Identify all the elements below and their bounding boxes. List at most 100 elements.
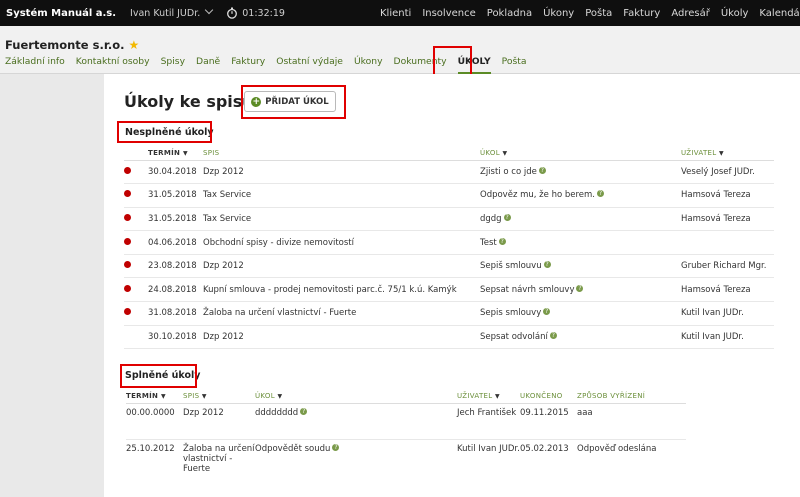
table-row[interactable]: 23.08.2018 Dzp 2012 Sepiš smlouvu? Grube… bbox=[124, 254, 774, 279]
col-uzivatel[interactable]: UŽIVATEL ▼ bbox=[681, 148, 774, 161]
page-title: Úkoly ke spisu bbox=[124, 92, 254, 111]
nav-ukony[interactable]: Úkony bbox=[543, 8, 574, 19]
task-text[interactable]: Odpověz mu, že ho berem. bbox=[480, 190, 595, 200]
info-icon[interactable]: ? bbox=[543, 308, 551, 316]
col-termin[interactable]: TERMÍN ▼ bbox=[148, 148, 203, 161]
current-user-name: Ivan Kutil JUDr. bbox=[130, 8, 201, 19]
info-icon[interactable]: ? bbox=[300, 407, 308, 415]
nav-insolvence[interactable]: Insolvence bbox=[422, 8, 475, 19]
tab-dane[interactable]: Daně bbox=[196, 56, 220, 75]
main-nav: Klienti Insolvence Pokladna Úkony Pošta … bbox=[380, 0, 800, 26]
info-icon[interactable]: ? bbox=[597, 190, 605, 198]
task-user: Hamsová Tereza bbox=[681, 207, 774, 232]
overdue-dot-icon bbox=[124, 308, 131, 316]
tab-posta[interactable]: Pošta bbox=[502, 56, 527, 75]
task-date: 24.08.2018 bbox=[148, 277, 203, 303]
task-user: Jech František bbox=[457, 403, 520, 440]
task-text[interactable]: Sepsat odvolání bbox=[480, 332, 548, 342]
col-termin[interactable]: TERMÍN ▼ bbox=[126, 391, 183, 404]
task-text[interactable]: Sepiš smlouvu bbox=[480, 261, 542, 271]
task-user: Kutil Ivan JUDr. bbox=[681, 301, 774, 326]
table-row[interactable]: 30.10.2018 Dzp 2012 Sepsat odvolání? Kut… bbox=[124, 325, 774, 350]
table-row[interactable]: 04.06.2018 Obchodní spisy - divize nemov… bbox=[124, 230, 774, 255]
tab-kontaktni-osoby[interactable]: Kontaktní osoby bbox=[76, 56, 150, 75]
task-case[interactable]: Dzp 2012 bbox=[183, 403, 255, 440]
col-spis[interactable]: SPIS bbox=[203, 148, 480, 161]
info-icon[interactable]: ? bbox=[332, 443, 340, 451]
task-user: Kutil Ivan JUDr. bbox=[681, 325, 774, 350]
sort-icon: ▼ bbox=[494, 392, 500, 400]
task-text[interactable]: Odpovědět soudu bbox=[255, 444, 330, 454]
star-icon[interactable]: ★ bbox=[129, 38, 140, 52]
info-icon[interactable]: ? bbox=[576, 284, 584, 292]
col-spis[interactable]: SPIS ▼ bbox=[183, 391, 255, 404]
task-case[interactable]: Tax Service bbox=[203, 183, 480, 208]
table-row[interactable]: 25.10.2012 Žaloba na určení vlastnictví … bbox=[126, 439, 686, 497]
task-case[interactable]: Obchodní spisy - divize nemovitostí bbox=[203, 230, 480, 255]
task-case[interactable]: Dzp 2012 bbox=[203, 254, 480, 279]
task-text[interactable]: Sepis smlouvy bbox=[480, 308, 541, 318]
sort-icon: ▼ bbox=[277, 392, 283, 400]
task-text[interactable]: Zjisti o co jde bbox=[480, 167, 537, 177]
client-name: Fuertemonte s.r.o. bbox=[5, 38, 125, 52]
task-case[interactable]: Tax Service bbox=[203, 207, 480, 232]
task-user: Veselý Josef JUDr. bbox=[681, 160, 774, 185]
task-date: 30.04.2018 bbox=[148, 160, 203, 185]
col-uzivatel[interactable]: UŽIVATEL ▼ bbox=[457, 391, 520, 404]
app-brand[interactable]: Systém Manuál a.s. bbox=[6, 8, 116, 19]
done-tasks-table: TERMÍN ▼ SPIS ▼ ÚKOL ▼ UŽIVATEL ▼ UKONČE… bbox=[126, 391, 686, 497]
task-case[interactable]: Dzp 2012 bbox=[203, 325, 480, 350]
task-text[interactable]: dgdg bbox=[480, 214, 502, 224]
table-row[interactable]: 00.00.0000 Dzp 2012 dddddddd? Jech Frant… bbox=[126, 403, 686, 440]
task-text[interactable]: dddddddd bbox=[255, 408, 298, 418]
task-date: 30.10.2018 bbox=[148, 325, 203, 350]
info-icon[interactable]: ? bbox=[503, 213, 511, 221]
col-ukol[interactable]: ÚKOL ▼ bbox=[255, 391, 457, 404]
info-icon[interactable]: ? bbox=[498, 237, 506, 245]
table-row[interactable]: 31.05.2018 Tax Service dgdg? Hamsová Ter… bbox=[124, 207, 774, 232]
nav-klienti[interactable]: Klienti bbox=[380, 8, 411, 19]
nav-ukoly[interactable]: Úkoly bbox=[721, 8, 749, 19]
tab-ukony[interactable]: Úkony bbox=[354, 56, 383, 75]
info-icon[interactable]: ? bbox=[538, 166, 546, 174]
stopwatch-icon bbox=[227, 7, 238, 19]
task-date: 31.05.2018 bbox=[148, 207, 203, 232]
nav-posta[interactable]: Pošta bbox=[585, 8, 612, 19]
nav-faktury[interactable]: Faktury bbox=[623, 8, 660, 19]
tab-faktury[interactable]: Faktury bbox=[231, 56, 265, 75]
highlight-add-task bbox=[241, 85, 346, 119]
col-zpusob-vyrizeni[interactable]: ZPŮSOB VYŘÍZENÍ bbox=[577, 391, 686, 404]
overdue-dot-icon bbox=[124, 284, 131, 292]
chevron-down-icon[interactable] bbox=[205, 5, 214, 15]
highlight-done-tasks bbox=[120, 364, 197, 388]
table-row[interactable]: 30.04.2018 Dzp 2012 Zjisti o co jde? Ves… bbox=[124, 160, 774, 185]
nav-pokladna[interactable]: Pokladna bbox=[487, 8, 532, 19]
current-user[interactable]: Ivan Kutil JUDr. bbox=[130, 5, 214, 19]
task-text[interactable]: Sepsat návrh smlouvy bbox=[480, 285, 574, 295]
col-ukonceno[interactable]: UKONČENO bbox=[520, 391, 577, 404]
nav-adresar[interactable]: Adresář bbox=[671, 8, 710, 19]
task-case[interactable]: Kupní smlouva - prodej nemovitosti parc.… bbox=[203, 277, 480, 303]
task-text[interactable]: Test bbox=[480, 238, 497, 248]
nav-kalendar[interactable]: Kalendář bbox=[759, 8, 800, 19]
table-row[interactable]: 31.08.2018 Žaloba na určení vlastnictví … bbox=[124, 301, 774, 326]
tab-zakladni-info[interactable]: Základní info bbox=[5, 56, 65, 75]
table-row[interactable]: 24.08.2018 Kupní smlouva - prodej nemovi… bbox=[124, 277, 774, 303]
task-date: 04.06.2018 bbox=[148, 230, 203, 255]
task-date: 25.10.2012 bbox=[126, 439, 183, 497]
overdue-dot-icon bbox=[124, 237, 131, 245]
session-timer[interactable]: 01:32:19 bbox=[226, 7, 285, 19]
table-row[interactable]: 31.05.2018 Tax Service Odpověz mu, že ho… bbox=[124, 183, 774, 208]
task-case[interactable]: Dzp 2012 bbox=[203, 160, 480, 185]
task-user: Hamsová Tereza bbox=[681, 183, 774, 208]
info-icon[interactable]: ? bbox=[549, 331, 557, 339]
tab-spisy[interactable]: Spisy bbox=[161, 56, 185, 75]
col-ukol[interactable]: ÚKOL ▼ bbox=[480, 148, 681, 161]
client-title: Fuertemonte s.r.o. ★ bbox=[5, 38, 139, 52]
task-case[interactable]: Žaloba na určení vlastnictví - Fuerte bbox=[203, 301, 480, 326]
sort-desc-icon: ▼ bbox=[160, 392, 166, 400]
top-bar: Systém Manuál a.s. Ivan Kutil JUDr. 01:3… bbox=[0, 0, 800, 26]
tab-ostatni-vydaje[interactable]: Ostatní výdaje bbox=[276, 56, 343, 75]
task-case[interactable]: Žaloba na určení vlastnictví - Fuerte bbox=[183, 439, 255, 497]
info-icon[interactable]: ? bbox=[543, 261, 551, 269]
